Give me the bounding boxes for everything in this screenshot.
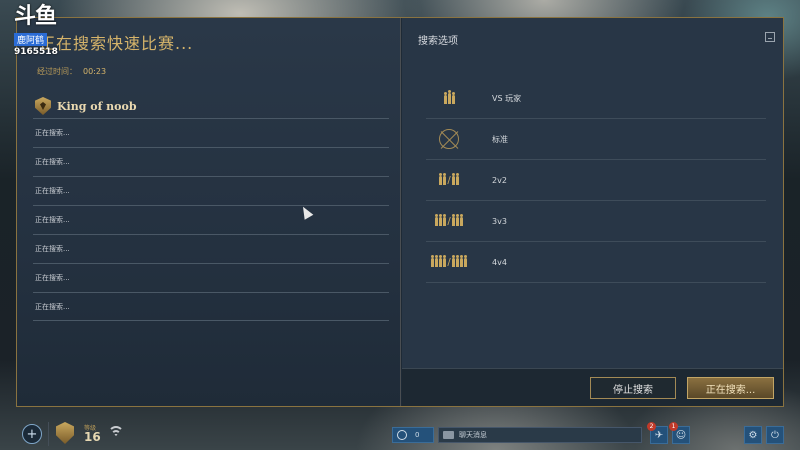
- game-mode-list: VS 玩家 标准 / 2v2 / 3v3 / 4v4: [426, 78, 766, 283]
- player-slot: 正在搜索...: [33, 147, 389, 176]
- notification-badge: 1: [669, 422, 678, 431]
- action-bar: 停止搜索 正在搜索...: [402, 368, 783, 406]
- search-options-panel: 搜索选项 VS 玩家 标准 / 2v2 / 3v3 / 4v4: [402, 18, 783, 368]
- level-value: 16: [84, 430, 101, 444]
- player-slot: 正在搜索...: [33, 263, 389, 292]
- player-slot: 正在搜索...: [33, 292, 389, 321]
- friends-icon: [397, 430, 407, 440]
- watermark-logo: 斗鱼: [14, 4, 57, 29]
- rank-badge-icon[interactable]: [56, 422, 74, 444]
- search-status-title: 正在搜索快速比赛...: [39, 34, 194, 53]
- notification-badge: 2: [647, 422, 656, 431]
- mode-3v3[interactable]: / 3v3: [426, 201, 766, 242]
- team-3v3-icon: /: [426, 213, 472, 227]
- team-emblem-icon: [35, 97, 51, 115]
- mode-vs-players[interactable]: VS 玩家: [426, 78, 766, 119]
- watermark-room-id: 9165518: [14, 47, 58, 57]
- chat-placeholder: 聊天消息: [459, 431, 487, 439]
- team-2v2-icon: /: [426, 172, 472, 186]
- power-button[interactable]: ⏻: [766, 426, 784, 444]
- power-icon: ⏻: [771, 429, 779, 441]
- gear-icon: ⚙: [748, 429, 758, 441]
- divider: [48, 422, 49, 446]
- team-header: King of noob: [35, 96, 137, 116]
- team-4v4-icon: /: [426, 254, 472, 268]
- group-icon: ☺: [675, 429, 687, 441]
- chat-input[interactable]: 聊天消息: [438, 427, 642, 443]
- chat-icon: [443, 431, 454, 439]
- mode-label: 标准: [492, 134, 508, 144]
- minimize-button[interactable]: [765, 32, 775, 42]
- mode-2v2[interactable]: / 2v2: [426, 160, 766, 201]
- add-icon[interactable]: +: [22, 424, 42, 444]
- player-slot-list: 正在搜索... 正在搜索... 正在搜索... 正在搜索... 正在搜索... …: [33, 118, 389, 321]
- stop-search-button[interactable]: 停止搜索: [590, 377, 676, 399]
- mode-label: 2v2: [492, 175, 507, 185]
- mode-label: VS 玩家: [492, 93, 522, 103]
- wifi-icon: [108, 426, 124, 440]
- searching-button[interactable]: 正在搜索...: [687, 377, 774, 399]
- player-slot: 正在搜索...: [33, 118, 389, 147]
- social-alerts-button[interactable]: ☺ 1: [669, 422, 690, 444]
- plane-icon: ✈: [654, 429, 664, 441]
- notifications-button[interactable]: ✈ 2: [647, 422, 668, 444]
- search-status-panel: 正在搜索快速比赛... 经过时间： 00:23 King of noob 正在搜索…: [17, 18, 401, 406]
- player-slot: 正在搜索...: [33, 205, 389, 234]
- team-name: King of noob: [57, 99, 137, 113]
- friends-button[interactable]: 0: [392, 427, 434, 443]
- mode-label: 3v3: [492, 216, 507, 226]
- mode-label: 4v4: [492, 257, 507, 267]
- friends-online-count: 0: [415, 431, 420, 439]
- stream-watermark: 斗鱼 鹿阿鹤 9165518: [14, 6, 58, 57]
- player-slot: 正在搜索...: [33, 234, 389, 263]
- elapsed-time-label: 经过时间：: [37, 67, 77, 76]
- crossed-swords-icon: [426, 129, 472, 149]
- elapsed-time: 经过时间： 00:23: [37, 66, 106, 77]
- player-slot: 正在搜索...: [33, 176, 389, 205]
- elapsed-time-value: 00:23: [83, 67, 107, 76]
- mode-standard[interactable]: 标准: [426, 119, 766, 160]
- search-options-title: 搜索选项: [418, 36, 458, 47]
- settings-button[interactable]: ⚙: [744, 426, 762, 444]
- mode-4v4[interactable]: / 4v4: [426, 242, 766, 283]
- players-icon: [426, 89, 472, 104]
- matchmaking-window: 正在搜索快速比赛... 经过时间： 00:23 King of noob 正在搜索…: [16, 17, 784, 407]
- watermark-badge: 鹿阿鹤: [14, 33, 48, 46]
- bottom-taskbar: + 等级 16 0 聊天消息 ✈ 2 ☺ 1 ⚙ ⏻: [0, 418, 800, 450]
